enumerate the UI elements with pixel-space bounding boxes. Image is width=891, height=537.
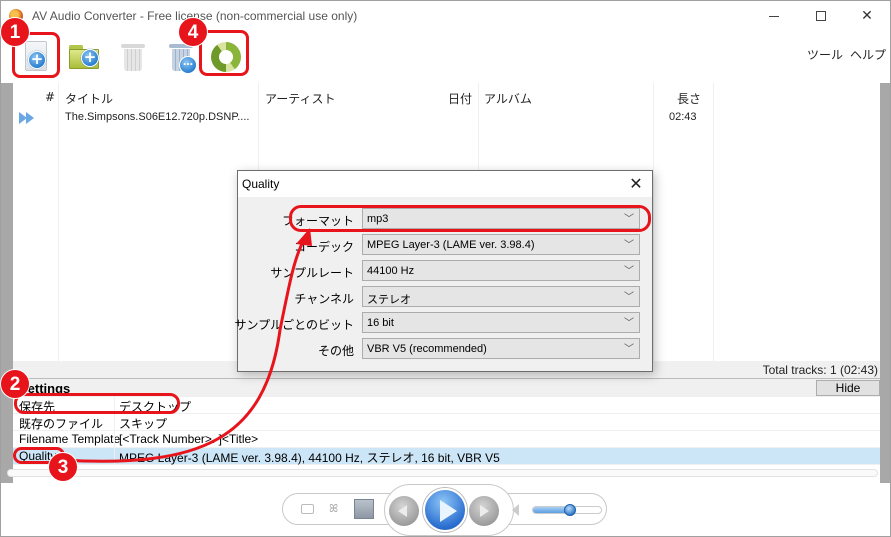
sample-rate-value: 44100 Hz bbox=[367, 265, 415, 277]
column-header-artist[interactable]: アーティスト bbox=[265, 90, 336, 107]
annotation-marker-2: 2 bbox=[0, 369, 30, 399]
subtitle-icon[interactable] bbox=[301, 504, 314, 514]
column-header-album[interactable]: アルバム bbox=[484, 90, 532, 107]
conversion-progress-bar bbox=[7, 469, 878, 477]
quality-dialog: Quality ✕ フォーマット mp3 ﹀ コーデック MPEG Layer-3… bbox=[234, 170, 653, 372]
total-tracks: Total tracks: 1 (02:43) bbox=[762, 363, 878, 377]
setting-value: MPEG Layer-3 (LAME ver. 3.98.4), 44100 H… bbox=[119, 451, 500, 465]
chevron-down-icon: ﹀ bbox=[624, 240, 634, 251]
annotation-marker-3: 3 bbox=[48, 452, 78, 482]
title-bar: AV Audio Converter - Free license (non-c… bbox=[1, 1, 890, 31]
codec-value: MPEG Layer-3 (LAME ver. 3.98.4) bbox=[367, 239, 535, 251]
dialog-close-icon[interactable]: ✕ bbox=[626, 174, 646, 194]
add-folder-button[interactable]: + bbox=[65, 37, 105, 77]
column-header-length[interactable]: 長さ bbox=[677, 90, 701, 107]
add-folder-icon: + bbox=[69, 43, 101, 71]
track-length: 02:43 bbox=[669, 111, 697, 123]
now-playing-icon bbox=[19, 112, 37, 124]
column-header-title[interactable]: タイトル bbox=[65, 90, 113, 107]
channel-select[interactable]: ステレオ ﹀ bbox=[362, 286, 640, 307]
other-value: VBR V5 (recommended) bbox=[367, 343, 487, 355]
stop-button[interactable] bbox=[354, 499, 374, 519]
menu-tools[interactable]: ツール bbox=[807, 46, 843, 63]
codec-label: コーデック bbox=[293, 240, 354, 254]
other-select[interactable]: VBR V5 (recommended) ﹀ bbox=[362, 338, 640, 359]
previous-button[interactable] bbox=[389, 496, 419, 526]
chevron-down-icon: ﹀ bbox=[624, 318, 634, 329]
codec-field: コーデック MPEG Layer-3 (LAME ver. 3.98.4) ﹀ bbox=[238, 234, 652, 256]
dialog-title: Quality bbox=[242, 177, 280, 191]
column-header-date[interactable]: 日付 bbox=[448, 90, 472, 107]
setting-value: スキップ bbox=[119, 417, 168, 431]
volume-knob[interactable] bbox=[564, 504, 577, 516]
channel-field: チャンネル ステレオ ﹀ bbox=[238, 286, 652, 308]
volume-slider[interactable] bbox=[532, 504, 602, 516]
minimize-button[interactable] bbox=[751, 1, 797, 31]
toolbar: + + … ツール ヘルプ bbox=[1, 31, 890, 83]
codec-select[interactable]: MPEG Layer-3 (LAME ver. 3.98.4) ﹀ bbox=[362, 234, 640, 255]
maximize-button[interactable] bbox=[798, 1, 844, 31]
setting-key: 既存のファイル bbox=[19, 417, 104, 431]
bits-per-sample-select[interactable]: 16 bit ﹀ bbox=[362, 312, 640, 333]
bits-per-sample-value: 16 bit bbox=[367, 317, 394, 329]
play-button[interactable] bbox=[423, 488, 467, 532]
effects-icon[interactable]: ꕤ bbox=[329, 502, 338, 516]
dialog-title-bar: Quality ✕ bbox=[238, 171, 652, 197]
annotation-marker-4: 4 bbox=[178, 17, 208, 47]
settings-panel: Settings Hide 保存先 デスクトップ 既存のファイル スキップ Fi… bbox=[13, 379, 880, 465]
other-label: その他 bbox=[317, 344, 354, 358]
delete-button[interactable] bbox=[113, 37, 153, 77]
setting-value: [<Track Number>. ]<Title> bbox=[119, 432, 259, 446]
column-divider bbox=[713, 83, 714, 361]
player-controls: ꕤ bbox=[282, 484, 607, 536]
menu-help[interactable]: ヘルプ bbox=[850, 46, 886, 63]
maximize-icon bbox=[816, 11, 826, 21]
sample-rate-select[interactable]: 44100 Hz ﹀ bbox=[362, 260, 640, 281]
trash-icon bbox=[121, 42, 145, 72]
channel-label: チャンネル bbox=[294, 292, 354, 306]
sample-rate-label: サンプルレート bbox=[270, 266, 354, 280]
right-scrollbar[interactable] bbox=[880, 83, 890, 483]
hide-button[interactable]: Hide bbox=[816, 380, 880, 396]
annotation-highlight-format bbox=[289, 205, 651, 232]
next-button[interactable] bbox=[469, 496, 499, 526]
channel-value: ステレオ bbox=[367, 294, 411, 306]
chevron-down-icon: ﹀ bbox=[624, 266, 634, 277]
column-divider bbox=[58, 83, 59, 361]
other-field: その他 VBR V5 (recommended) ﹀ bbox=[238, 338, 652, 360]
column-divider bbox=[653, 83, 654, 361]
annotation-marker-1: 1 bbox=[0, 17, 30, 47]
bits-per-sample-field: サンプルごとのビット 16 bit ﹀ bbox=[234, 312, 652, 334]
bits-per-sample-label: サンプルごとのビット bbox=[234, 318, 354, 332]
annotation-highlight-output bbox=[14, 393, 180, 414]
sample-rate-field: サンプルレート 44100 Hz ﹀ bbox=[238, 260, 652, 282]
minimize-icon bbox=[769, 15, 779, 17]
left-scrollbar[interactable] bbox=[1, 83, 13, 483]
column-header-number[interactable]: # bbox=[45, 90, 55, 104]
close-button[interactable]: ✕ bbox=[844, 1, 890, 31]
close-icon: ✕ bbox=[861, 8, 873, 24]
chevron-down-icon: ﹀ bbox=[624, 344, 634, 355]
chevron-down-icon: ﹀ bbox=[624, 292, 634, 303]
setting-key: Filename Template bbox=[19, 432, 121, 446]
volume-icon[interactable] bbox=[512, 504, 519, 516]
settings-row-quality[interactable]: Quality MPEG Layer-3 (LAME ver. 3.98.4),… bbox=[13, 448, 880, 465]
settings-row-existing-files[interactable]: 既存のファイル スキップ bbox=[13, 414, 880, 431]
settings-row-filename-template[interactable]: Filename Template [<Track Number>. ]<Tit… bbox=[13, 431, 880, 448]
track-title: The.Simpsons.S06E12.720p.DSNP.... bbox=[65, 111, 250, 123]
